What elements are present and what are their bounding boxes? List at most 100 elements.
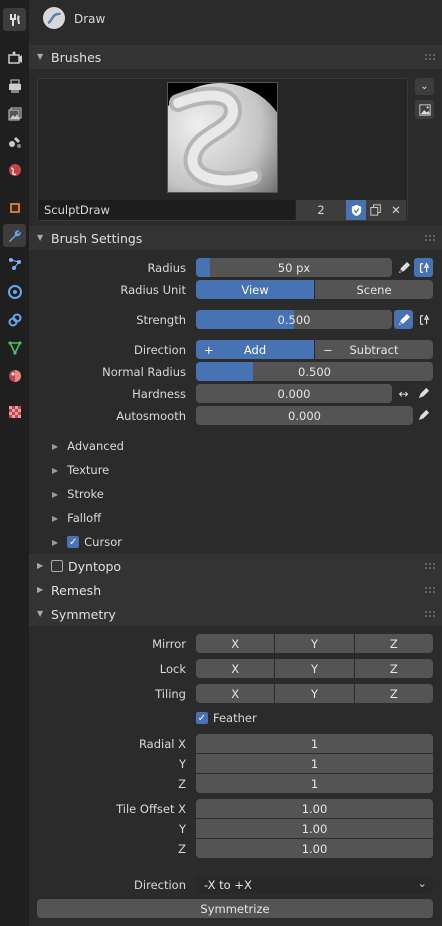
direction-add-option[interactable]: + Add: [196, 340, 314, 359]
lock-x-toggle[interactable]: X: [196, 659, 275, 678]
symmetry-panel-header[interactable]: ▼ Symmetry: [29, 602, 442, 626]
data-tab-icon[interactable]: [3, 336, 26, 359]
cursor-checkbox[interactable]: ✓: [67, 536, 80, 548]
tiling-z-toggle[interactable]: Z: [354, 684, 433, 703]
properties-main-area: Draw ▼ Brushes SculptDraw 2 ✕ ⌄ ▼ Brush …: [29, 0, 442, 926]
brush-list-chevron-down-icon[interactable]: ⌄: [415, 78, 434, 95]
output-tab-icon[interactable]: [3, 74, 26, 97]
feather-label: Feather: [213, 711, 257, 725]
expand-arrow-icon: ▶: [37, 585, 44, 594]
add-label: Add: [243, 342, 267, 357]
subpanel-stroke[interactable]: ▶ Stroke: [52, 487, 104, 501]
autosmooth-slider[interactable]: 0.000: [196, 406, 413, 425]
tile-offset-x-field[interactable]: 1.00: [196, 799, 433, 818]
autosmooth-label: Autosmooth: [116, 409, 186, 423]
drag-grip-icon[interactable]: [424, 562, 436, 570]
feather-checkbox[interactable]: ✓: [196, 712, 208, 724]
subpanel-label: Cursor: [84, 535, 122, 549]
symmetry-direction-dropdown[interactable]: -X to +X ⌄: [196, 875, 433, 894]
brush-name-field[interactable]: SculptDraw: [38, 200, 295, 220]
lock-axes: X Y Z: [196, 659, 433, 678]
scene-tab-icon[interactable]: [3, 130, 26, 153]
fake-user-shield-icon[interactable]: [346, 200, 366, 220]
autosmooth-pressure-pen-icon[interactable]: [414, 406, 433, 425]
expand-arrow-icon: ▶: [52, 537, 59, 547]
mirror-z-toggle[interactable]: Z: [354, 634, 433, 653]
tiling-x-toggle[interactable]: X: [196, 684, 275, 703]
radial-z-field[interactable]: 1: [196, 774, 433, 793]
tool-tab-icon[interactable]: [3, 8, 26, 31]
strength-unified-toggle-icon[interactable]: [414, 310, 433, 329]
symmetrize-button[interactable]: Symmetrize: [37, 899, 433, 918]
radial-y-label: Y: [178, 757, 186, 771]
hardness-value: 0.000: [277, 386, 311, 401]
unlink-brush-close-icon[interactable]: ✕: [386, 200, 406, 220]
tiling-axes: X Y Z: [196, 684, 433, 703]
symmetry-direction-label: Direction: [134, 878, 186, 892]
brushes-panel-header[interactable]: ▼ Brushes: [29, 45, 442, 69]
duplicate-brush-icon[interactable]: [366, 200, 386, 220]
view-layer-tab-icon[interactable]: [3, 102, 26, 125]
radius-unit-view-option[interactable]: View: [196, 280, 314, 299]
remesh-panel-header[interactable]: ▶ Remesh: [29, 578, 442, 602]
render-tab-icon[interactable]: [3, 46, 26, 69]
subpanel-falloff[interactable]: ▶ Falloff: [52, 511, 101, 525]
lock-y-toggle[interactable]: Y: [275, 659, 354, 678]
normal-radius-slider[interactable]: 0.500: [196, 362, 433, 381]
world-tab-icon[interactable]: [3, 158, 26, 181]
properties-tab-bar: [0, 0, 29, 926]
mirror-y-toggle[interactable]: Y: [275, 634, 354, 653]
subpanel-advanced[interactable]: ▶ Advanced: [52, 439, 124, 453]
hardness-label: Hardness: [132, 387, 186, 401]
expand-arrow-icon: ▶: [52, 441, 59, 451]
strength-pressure-pen-icon[interactable]: [394, 310, 413, 329]
hardness-slider[interactable]: 0.000: [196, 384, 392, 403]
drag-grip-icon[interactable]: [424, 53, 436, 61]
collapse-arrow-icon: ▼: [37, 233, 44, 242]
brush-users-count[interactable]: 2: [296, 200, 346, 220]
object-tab-icon[interactable]: [3, 196, 26, 219]
hardness-pressure-pen-icon[interactable]: [414, 384, 433, 403]
hardness-invert-arrows-icon[interactable]: ↔: [394, 384, 413, 403]
radius-slider[interactable]: 50 px: [196, 258, 392, 277]
particles-tab-icon[interactable]: [3, 252, 26, 275]
radius-pressure-pen-icon[interactable]: [394, 258, 413, 277]
dyntopo-checkbox[interactable]: [51, 560, 63, 572]
constraints-tab-icon[interactable]: [3, 308, 26, 331]
drag-grip-icon[interactable]: [424, 234, 436, 242]
tile-offset-y-field[interactable]: 1.00: [196, 819, 433, 838]
subpanel-texture[interactable]: ▶ Texture: [52, 463, 109, 477]
brush-tool-wrench-icon[interactable]: [3, 224, 26, 247]
physics-tab-icon[interactable]: [3, 280, 26, 303]
brush-thumbnail[interactable]: [167, 82, 278, 193]
expand-arrow-icon: ▶: [52, 513, 59, 523]
drag-grip-icon[interactable]: [424, 610, 436, 618]
radial-y-field[interactable]: 1: [196, 754, 433, 773]
radius-unit-scene-option[interactable]: Scene: [315, 280, 433, 299]
autosmooth-value: 0.000: [288, 408, 321, 423]
symmetry-direction-value: -X to +X: [204, 877, 252, 892]
expand-arrow-icon: ▶: [52, 465, 59, 475]
mirror-x-toggle[interactable]: X: [196, 634, 275, 653]
subpanel-label: Texture: [67, 463, 110, 477]
radial-x-field[interactable]: 1: [196, 734, 433, 753]
texture-tab-icon[interactable]: [3, 400, 26, 423]
direction-subtract-option[interactable]: − Subtract: [315, 340, 433, 359]
feather-option[interactable]: ✓ Feather: [196, 711, 257, 725]
direction-label: Direction: [134, 343, 186, 357]
radius-unified-toggle-icon[interactable]: [414, 258, 433, 277]
lock-z-toggle[interactable]: Z: [354, 659, 433, 678]
brush-preview-area: SculptDraw 2 ✕: [37, 78, 408, 221]
tiling-y-toggle[interactable]: Y: [275, 684, 354, 703]
brush-settings-panel-header[interactable]: ▼ Brush Settings: [29, 226, 442, 250]
subpanel-cursor[interactable]: ▶ ✓ Cursor: [52, 535, 122, 549]
dyntopo-panel-header[interactable]: ▶ Dyntopo: [29, 554, 442, 578]
radial-z-label: Z: [178, 777, 186, 791]
radius-slider-fill: [196, 258, 210, 277]
tile-offset-z-field[interactable]: 1.00: [196, 839, 433, 858]
strength-slider[interactable]: 0.500: [196, 310, 392, 329]
strength-label: Strength: [136, 313, 186, 327]
material-tab-icon[interactable]: [3, 364, 26, 387]
drag-grip-icon[interactable]: [424, 586, 436, 594]
brush-image-icon[interactable]: [415, 100, 434, 119]
